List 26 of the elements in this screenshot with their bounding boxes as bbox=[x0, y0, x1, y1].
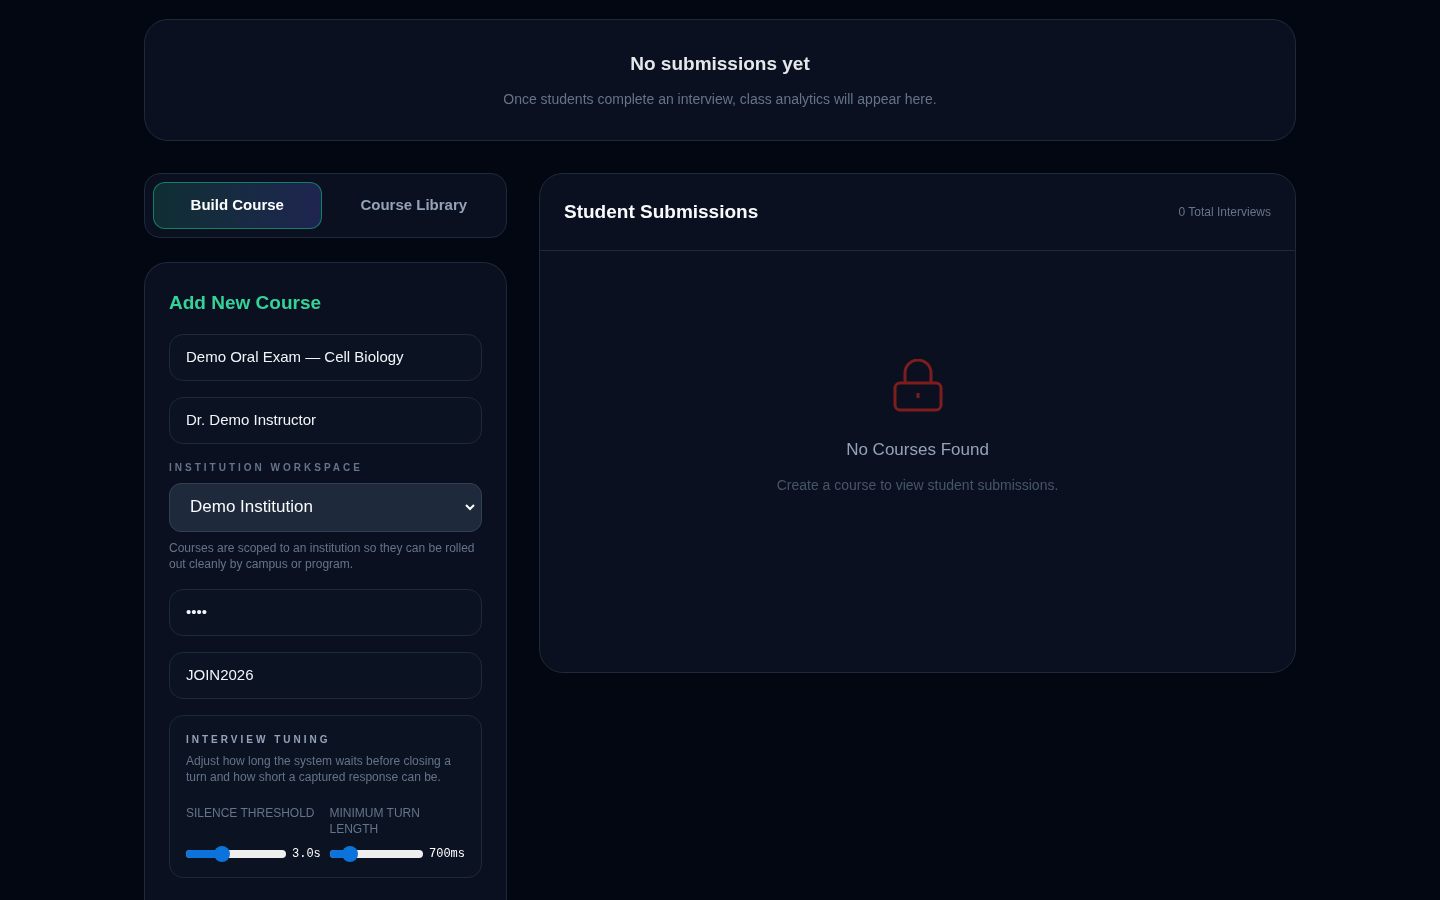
lock-icon bbox=[892, 359, 943, 413]
slider-label: MINIMUM TURN LENGTH bbox=[329, 804, 421, 837]
interview-count: 0 Total Interviews bbox=[1178, 204, 1271, 221]
panel-title: Student Submissions bbox=[564, 199, 759, 224]
tab[interactable]: Build Course bbox=[153, 182, 322, 229]
tab[interactable]: Course Library bbox=[329, 182, 498, 229]
password-field[interactable]: •••• bbox=[169, 588, 482, 636]
empty-title: No Courses Found bbox=[846, 439, 989, 461]
slider-thumb[interactable] bbox=[342, 845, 359, 862]
slider-label: SILENCE THRESHOLD bbox=[186, 804, 316, 822]
field-label: INSTITUTION WORKSPACE bbox=[169, 460, 364, 475]
instructor-field[interactable]: Dr. Demo Instructor bbox=[169, 396, 482, 444]
slider-value: 3.0s bbox=[292, 845, 321, 863]
empty-message: Once students complete an interview, class analytics will appear here. bbox=[503, 89, 937, 109]
slider-value: 700ms bbox=[429, 845, 465, 863]
slider-thumb[interactable] bbox=[214, 845, 230, 862]
workspace-select[interactable]: Demo Institution bbox=[169, 482, 482, 532]
chevron-down-icon bbox=[465, 503, 475, 511]
form-title: Add New Course bbox=[169, 291, 323, 315]
empty-title: No submissions yet bbox=[630, 52, 810, 77]
tuning-description: Adjust how long the system waits before closing a turn and how short a captured response can be. bbox=[186, 752, 452, 785]
section-label: INTERVIEW TUNING bbox=[186, 732, 332, 747]
hint-text: Courses are scoped to an institution so they can be rolled out cleanly by campus or program. bbox=[169, 539, 476, 572]
empty-message: Create a course to view student submissions. bbox=[776, 475, 1059, 495]
course-name-field[interactable]: Demo Oral Exam — Cell Biology bbox=[169, 333, 482, 381]
join-code-field[interactable]: JOIN2026 bbox=[169, 651, 482, 699]
